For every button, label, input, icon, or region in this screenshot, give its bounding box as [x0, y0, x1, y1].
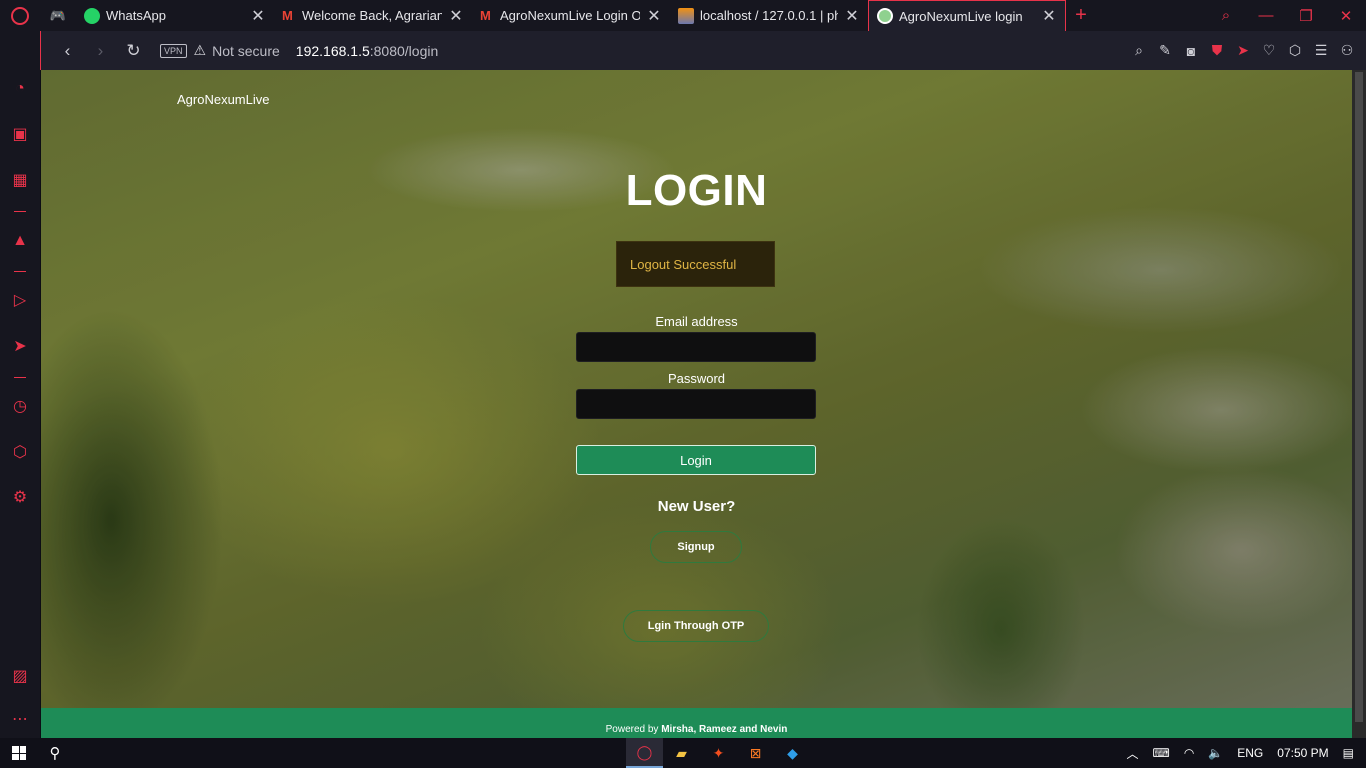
- taskbar-xampp[interactable]: ⊠: [737, 738, 774, 768]
- new-tab-button[interactable]: +: [1066, 0, 1096, 31]
- email-label: Email address: [655, 314, 738, 329]
- vpn-badge[interactable]: VPN: [160, 43, 187, 58]
- adblock-shield-icon[interactable]: ⛊: [1204, 42, 1230, 59]
- footer-credit: Powered by Mirsha, Rameez and Nevin: [605, 724, 788, 735]
- close-icon[interactable]: ✕: [1041, 6, 1057, 26]
- login-button[interactable]: Login: [576, 445, 816, 475]
- close-icon[interactable]: ✕: [250, 6, 266, 26]
- restore-button[interactable]: ❐: [1286, 7, 1326, 25]
- minimize-button[interactable]: —: [1246, 7, 1286, 24]
- history-icon[interactable]: ◷: [10, 397, 30, 417]
- menu-icon[interactable]: ☰: [1308, 42, 1334, 59]
- taskbar-explorer[interactable]: ▰: [663, 738, 700, 768]
- signup-button[interactable]: Signup: [650, 531, 742, 563]
- address-bar: ‹ › ↻ VPN ⚠ Not secure 192.168.1.5:8080/…: [40, 31, 1366, 70]
- settings-gear-icon[interactable]: ⚙: [10, 488, 30, 508]
- email-field[interactable]: [576, 332, 816, 362]
- taskbar-opera[interactable]: ◯: [626, 738, 663, 768]
- tab-bar: 🎮 WhatsApp ✕ M Welcome Back, Agrarian! -…: [0, 0, 1366, 31]
- figma-icon: ✦: [712, 744, 725, 761]
- tab-phpmyadmin[interactable]: localhost / 127.0.0.1 | phpM ✕: [670, 0, 868, 31]
- cube-icon[interactable]: ⬡: [1282, 42, 1308, 59]
- send-icon[interactable]: ➤: [10, 337, 30, 357]
- volume-icon[interactable]: 🔈: [1208, 746, 1223, 760]
- start-button[interactable]: [0, 746, 38, 760]
- search-icon[interactable]: ⌕: [1126, 42, 1152, 59]
- chevron-up-icon[interactable]: ︿: [1126, 745, 1138, 762]
- wifi-icon[interactable]: ◠: [1184, 746, 1194, 760]
- url-field[interactable]: 192.168.1.5:8080/login: [296, 43, 438, 59]
- tab-whatsapp[interactable]: WhatsApp ✕: [76, 0, 274, 31]
- language-indicator[interactable]: ENG: [1237, 746, 1263, 760]
- taskbar-vscode[interactable]: ◆: [774, 738, 811, 768]
- reload-icon[interactable]: ↻: [117, 41, 150, 61]
- gmail-icon: M: [480, 7, 491, 23]
- vscode-icon: ◆: [787, 744, 798, 761]
- sidebar-divider: [14, 271, 26, 272]
- search-tabs-icon[interactable]: ⌕: [1206, 7, 1246, 24]
- folder-icon: ▰: [676, 744, 687, 761]
- warning-icon[interactable]: ⚠: [194, 42, 207, 59]
- xampp-icon: ⊠: [749, 744, 762, 761]
- page-title: LOGIN: [625, 166, 768, 215]
- brand-link[interactable]: AgroNexumLive: [177, 92, 270, 107]
- forward-icon[interactable]: ›: [84, 41, 117, 61]
- sidebar-divider: [14, 211, 26, 212]
- flow-send-icon[interactable]: ➤: [1230, 42, 1256, 59]
- agronexum-icon: [877, 8, 893, 24]
- notifications-icon[interactable]: ▤: [1343, 746, 1354, 760]
- footer: Powered by Mirsha, Rameez and Nevin: [41, 708, 1352, 738]
- new-user-heading: New User?: [657, 498, 736, 515]
- briefcase-icon[interactable]: ▣: [10, 125, 30, 145]
- whatsapp-icon: [84, 7, 100, 24]
- opera-logo-icon: [11, 6, 29, 25]
- password-field[interactable]: [576, 389, 816, 419]
- aria-icon[interactable]: ▲: [10, 231, 30, 251]
- more-icon[interactable]: ⋯: [10, 710, 30, 730]
- tab-agronexum-login[interactable]: AgroNexumLive login ✕: [868, 0, 1066, 31]
- edit-icon[interactable]: ✎: [1152, 42, 1178, 59]
- speed-dial-icon[interactable]: ◔: [10, 79, 30, 99]
- close-icon[interactable]: ✕: [448, 6, 464, 26]
- close-window-button[interactable]: ✕: [1326, 7, 1366, 25]
- taskbar-figma[interactable]: ✦: [700, 738, 737, 768]
- phpmyadmin-icon: [678, 7, 694, 24]
- keyboard-icon[interactable]: ⌨: [1153, 746, 1170, 760]
- tab-gmail-otp[interactable]: M AgroNexumLive Login OTP ✕: [472, 0, 670, 31]
- opera-icon: ◯: [636, 743, 653, 760]
- profile-icon[interactable]: ⚇: [1334, 42, 1360, 59]
- login-page: AgroNexumLive LOGIN Logout Successful Em…: [41, 70, 1352, 738]
- extensions-icon[interactable]: ⬡: [10, 443, 30, 463]
- sidebar-divider: [14, 377, 26, 378]
- player-icon[interactable]: ▷: [10, 291, 30, 311]
- close-icon[interactable]: ✕: [646, 6, 662, 26]
- camera-icon[interactable]: ◙: [1178, 43, 1204, 59]
- chip-icon[interactable]: ▦: [10, 171, 30, 191]
- gallery-icon[interactable]: ▨: [10, 667, 30, 687]
- logout-alert: Logout Successful: [616, 241, 775, 287]
- tab-gmail-welcome[interactable]: M Welcome Back, Agrarian! - ✕: [274, 0, 472, 31]
- scrollbar-thumb[interactable]: [1355, 72, 1363, 722]
- page-scrollbar[interactable]: [1352, 70, 1366, 738]
- opera-menu-button[interactable]: [0, 0, 40, 31]
- back-icon[interactable]: ‹: [51, 41, 84, 61]
- close-icon[interactable]: ✕: [844, 6, 860, 26]
- security-status[interactable]: Not secure: [212, 43, 280, 59]
- taskbar: ⚲ ◯ ▰ ✦ ⊠ ◆ ︿ ⌨ ◠ 🔈 ENG 07:50 PM ▤: [0, 738, 1366, 768]
- windows-icon: [12, 746, 26, 760]
- gmail-icon: M: [282, 7, 293, 23]
- gamepad-icon[interactable]: 🎮: [40, 0, 76, 31]
- password-label: Password: [667, 371, 726, 386]
- clock[interactable]: 07:50 PM: [1277, 746, 1328, 760]
- sidebar: ◔ ▣ ▦ ▲ ▷ ➤ ◷ ⬡ ⚙ ▨ ⋯: [0, 31, 40, 738]
- otp-login-button[interactable]: Lgin Through OTP: [623, 610, 769, 642]
- heart-icon[interactable]: ♡: [1256, 42, 1282, 59]
- search-icon[interactable]: ⚲: [38, 744, 72, 762]
